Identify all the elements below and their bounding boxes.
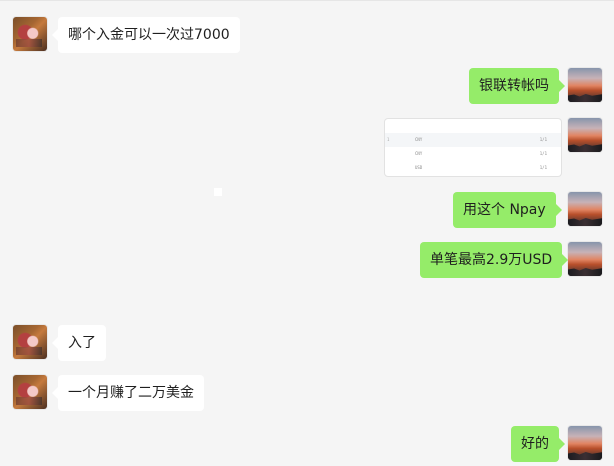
image-row: USD 1/1 [415, 165, 547, 170]
contact-avatar[interactable] [13, 17, 47, 51]
self-avatar[interactable] [568, 426, 602, 460]
image-row: CNY 1/1 [415, 151, 547, 156]
message-bubble[interactable]: 单笔最高2.9万USD [420, 242, 569, 278]
self-avatar[interactable] [568, 68, 602, 102]
message-text: 银联转帐吗 [479, 78, 549, 94]
self-avatar[interactable] [568, 118, 602, 152]
loading-placeholder [214, 188, 222, 196]
message-bubble[interactable]: 用这个 Npay [453, 192, 562, 228]
self-avatar[interactable] [568, 192, 602, 226]
message-bubble[interactable]: 好的 [511, 426, 565, 462]
image-row [385, 119, 561, 133]
message-text: 用这个 Npay [463, 202, 546, 218]
message-bubble[interactable]: 银联转帐吗 [469, 68, 565, 104]
message-bubble[interactable]: 一个月赚了二万美金 [52, 375, 204, 411]
message-text: 哪个入金可以一次过7000 [68, 27, 230, 43]
self-avatar[interactable] [568, 242, 602, 276]
message-text: 入了 [68, 335, 96, 351]
contact-avatar[interactable] [13, 375, 47, 409]
message-bubble[interactable]: 入了 [52, 325, 106, 361]
message-bubble[interactable]: 哪个入金可以一次过7000 [52, 17, 240, 53]
message-text: 单笔最高2.9万USD [430, 252, 553, 268]
contact-avatar[interactable] [13, 325, 47, 359]
image-message[interactable]: 1 CNY 1/1 CNY 1/1 USD 1/1 [384, 118, 562, 177]
image-row: 1 CNY 1/1 [385, 133, 561, 147]
message-text: 好的 [521, 436, 549, 452]
window-top-divider [0, 0, 614, 1]
message-text: 一个月赚了二万美金 [68, 385, 194, 401]
